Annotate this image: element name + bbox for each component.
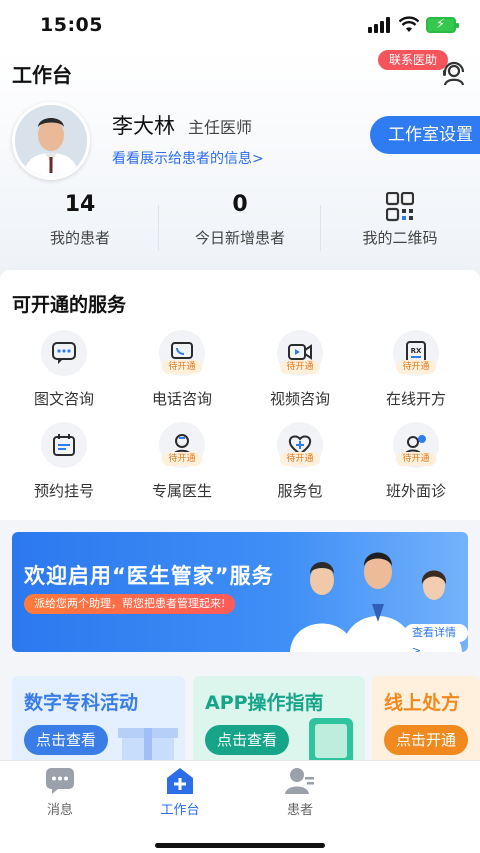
header-area: 工作台 联系医助 李大林 主任医师 看看展示给患者的信息> 工作室设置 14 我… [0,50,480,275]
service-video-consult[interactable]: 待开通 视频咨询 [240,330,360,409]
service-exclusive-doctor[interactable]: 待开通 专属医生 [122,422,242,501]
banner-subtitle: 派给您两个助理，帮您把患者管理起来! [24,594,236,614]
card-title: APP操作指南 [205,692,324,714]
service-icon-wrap: 待开通 [159,422,205,468]
stat-label: 我的患者 [49,229,110,247]
pending-badge: 待开通 [162,360,202,374]
stat-label: 今日新增患者 [194,229,285,247]
service-appointment[interactable]: 预约挂号 [4,422,124,501]
tab-label: 消息 [46,803,73,818]
service-label: 班外面诊 [385,482,446,500]
pending-badge: 待开通 [396,452,436,466]
service-icon-wrap: 待开通 [277,330,323,376]
stat-qr-code[interactable]: 我的二维码 [320,192,480,248]
card-title: 数字专科活动 [24,692,139,714]
chat-icon [52,342,76,364]
service-icon-wrap: 待开通 [393,422,439,468]
service-icon-wrap: 待开通 [159,330,205,376]
tab-label: 工作台 [160,803,200,818]
tab-workbench[interactable]: 工作台 [120,767,240,818]
headset-icon[interactable] [440,58,468,86]
service-label: 预约挂号 [33,482,94,500]
tab-bar-fade [330,761,480,853]
service-label: 专属医生 [151,482,212,500]
contact-assistant-button[interactable]: 联系医助 [378,50,448,70]
service-icon-wrap [41,422,87,468]
avatar[interactable] [12,102,90,180]
service-text-consult[interactable]: 图文咨询 [4,330,124,409]
service-icon-wrap: RX 待开通 [393,330,439,376]
service-icon-wrap [41,330,87,376]
card-app-guide[interactable]: APP操作指南 点击查看 [193,676,365,766]
stat-my-patients[interactable]: 14 我的患者 [0,192,160,248]
patient-icon [285,767,315,795]
status-bar: 15:05 ⚡ [0,0,480,50]
signal-icon [368,17,390,33]
studio-settings-button[interactable]: 工作室设置 [370,116,480,154]
service-online-prescription[interactable]: RX 待开通 在线开方 [356,330,476,409]
stat-value: 14 [64,192,96,217]
doctor-name: 李大林 [112,114,175,138]
service-label: 视频咨询 [269,390,330,408]
pending-badge: 待开通 [280,452,320,466]
service-package[interactable]: 待开通 服务包 [240,422,360,501]
divider [158,205,159,251]
pending-badge: 待开通 [396,360,436,374]
card-digital-specialty[interactable]: 数字专科活动 点击查看 [12,676,185,766]
service-offshift-visit[interactable]: 待开通 班外面诊 [356,422,476,501]
workbench-icon [165,767,195,795]
qr-code-icon [386,192,414,222]
banner-title: 欢迎启用“医生管家”服务 [24,564,274,588]
doctor-photo [15,105,87,177]
view-details-button[interactable]: 查看详情 > [404,624,468,652]
wifi-icon [399,16,419,32]
pending-badge: 待开通 [162,452,202,466]
doctor-title: 主任医师 [188,118,253,137]
card-button[interactable]: 点击开通 [384,725,468,755]
services-section: 可开通的服务 图文咨询 待开通 电话咨询 待开通 视频咨询 RX 待开通 在线开… [0,270,480,520]
calendar-icon [53,434,75,456]
page-title: 工作台 [12,63,72,87]
svg-text:RX: RX [411,347,422,355]
service-phone-consult[interactable]: 待开通 电话咨询 [122,330,242,409]
feature-cards: 数字专科活动 点击查看 APP操作指南 点击查看 线上处方 点击开通 [0,676,480,766]
card-button[interactable]: 点击查看 [24,725,108,755]
tab-messages[interactable]: 消息 [0,767,120,818]
stat-value: 0 [232,192,248,217]
services-title: 可开通的服务 [12,294,127,316]
doctor-butler-banner[interactable]: 欢迎启用“医生管家”服务 派给您两个助理，帮您把患者管理起来! 查看详情 > [12,532,468,652]
tab-bar: 消息 工作台 患者 [0,760,480,853]
service-icon-wrap: 待开通 [277,422,323,468]
stat-new-patients[interactable]: 0 今日新增患者 [160,192,320,248]
phone-guide-icon [309,718,353,766]
home-indicator [155,843,325,848]
service-label: 电话咨询 [151,390,212,408]
card-online-prescription[interactable]: 线上处方 点击开通 [372,676,480,766]
service-label: 在线开方 [385,390,446,408]
battery-icon: ⚡ [426,17,459,33]
qr-code-icon-wrap [320,192,480,222]
message-icon [45,767,75,795]
service-label: 服务包 [277,482,323,500]
status-time: 15:05 [40,14,103,36]
card-button[interactable]: 点击查看 [205,725,289,755]
card-title: 线上处方 [384,692,461,714]
pending-badge: 待开通 [280,360,320,374]
service-label: 图文咨询 [33,390,94,408]
stat-label: 我的二维码 [362,229,438,247]
patient-info-link[interactable]: 看看展示给患者的信息> [112,148,264,168]
